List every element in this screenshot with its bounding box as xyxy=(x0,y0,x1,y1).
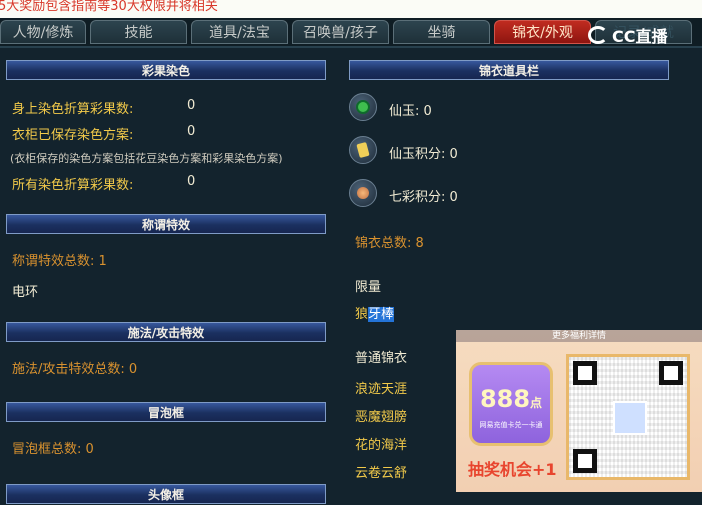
costume-item[interactable]: 浪迹天涯 xyxy=(355,378,407,397)
ad-prize-amount: 888点 xyxy=(479,385,543,413)
cc-logo-icon xyxy=(588,26,608,44)
limited-item-text: 狼 xyxy=(355,307,369,322)
costume-item[interactable]: 花的海洋 xyxy=(355,434,407,453)
dye-note: (衣柜保存的染色方案包括花豆染色方案和彩果染色方案) xyxy=(10,152,283,165)
watermark-text: CC直播 xyxy=(612,27,668,46)
jade-points-icon xyxy=(349,136,377,164)
qr-avatar-icon xyxy=(613,401,647,435)
section-avatar-frame: 头像框 xyxy=(6,484,326,504)
bubble-frame-total: 冒泡框总数: 0 xyxy=(12,442,94,457)
ad-banner: 更多福利详情 xyxy=(456,330,702,342)
section-cast-effects: 施法/攻击特效 xyxy=(6,322,326,342)
ad-lottery-text: 抽奖机会+1 xyxy=(468,460,557,479)
dye-row-label: 身上染色折算彩果数: xyxy=(12,102,134,117)
costume-item[interactable]: 恶魔翅膀 xyxy=(355,406,407,425)
stream-ad-overlay[interactable]: 更多福利详情 888点 网易充值卡兑一卡通 抽奖机会+1 xyxy=(456,330,702,492)
jade-icon xyxy=(349,93,377,121)
ad-prize-caption: 网易充值卡兑一卡通 xyxy=(479,421,543,429)
rainbow-points-icon xyxy=(349,179,377,207)
cast-effects-total: 施法/攻击特效总数: 0 xyxy=(12,362,138,377)
qr-code-icon xyxy=(566,354,690,480)
jade-points-balance: 仙玉积分: 0 xyxy=(389,147,458,162)
normal-costume-label: 普通锦衣 xyxy=(355,351,408,366)
costume-total: 锦衣总数: 8 xyxy=(355,236,424,251)
jade-balance: 仙玉: 0 xyxy=(389,104,432,119)
tab-mounts[interactable]: 坐骑 xyxy=(393,20,490,44)
dye-row-value: 0 xyxy=(187,98,196,113)
limited-label: 限量 xyxy=(355,280,382,295)
cc-live-watermark: CC直播 xyxy=(588,24,688,46)
tab-items[interactable]: 道具/法宝 xyxy=(191,20,288,44)
title-effects-total: 称谓特效总数: 1 xyxy=(12,254,107,269)
dye-row-value: 0 xyxy=(187,174,196,189)
section-bubble-frame: 冒泡框 xyxy=(6,402,326,422)
dye-row-value: 0 xyxy=(187,124,196,139)
section-dye: 彩果染色 xyxy=(6,60,326,80)
limited-item-selected-text: 牙棒 xyxy=(368,307,395,322)
dye-row-label: 所有染色折算彩果数: xyxy=(12,178,134,193)
tab-pets[interactable]: 召唤兽/孩子 xyxy=(292,20,389,44)
section-title-effects: 称谓特效 xyxy=(6,214,326,234)
top-banner-text: 5大奖励包含指南等30大权限并将相关 xyxy=(0,0,218,14)
dye-row-label: 衣柜已保存染色方案: xyxy=(12,128,134,143)
costume-item[interactable]: 云卷云舒 xyxy=(355,462,407,481)
tab-costume[interactable]: 锦衣/外观 xyxy=(494,20,591,44)
limited-costume-item[interactable]: 狼牙棒 xyxy=(355,304,395,326)
title-effect-item[interactable]: 电环 xyxy=(12,281,38,300)
tab-skills[interactable]: 技能 xyxy=(90,20,187,44)
tab-character[interactable]: 人物/修炼 xyxy=(0,20,86,44)
ad-prize-card: 888点 网易充值卡兑一卡通 xyxy=(469,362,553,446)
top-banner: 5大奖励包含指南等30大权限并将相关 xyxy=(0,0,702,18)
rainbow-points-balance: 七彩积分: 0 xyxy=(389,190,458,205)
section-costume-items: 锦衣道具栏 xyxy=(349,60,669,80)
